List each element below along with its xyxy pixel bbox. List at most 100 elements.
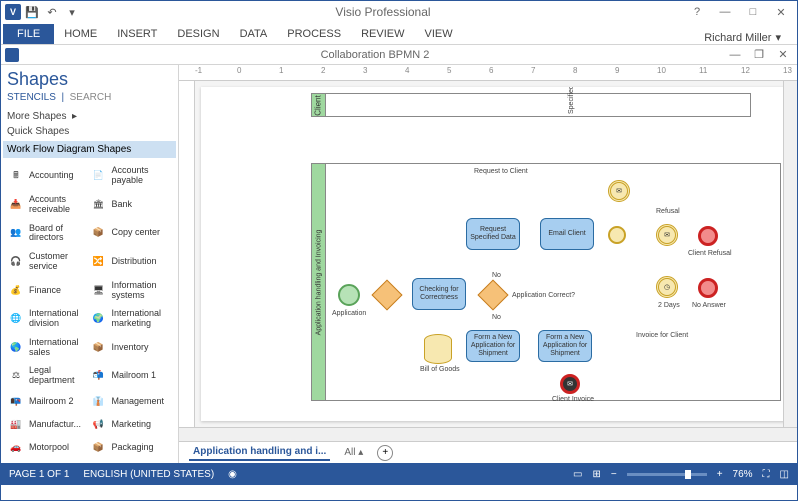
ribbon-tabs: FILE HOME INSERT DESIGN DATA PROCESS REV…	[1, 23, 797, 45]
shape-item[interactable]: 📦Copy center	[90, 219, 173, 248]
page-tab-active[interactable]: Application handling and i...	[189, 444, 330, 461]
pool-client[interactable]: Client	[311, 93, 751, 117]
gateway-event-based[interactable]	[608, 226, 626, 244]
shape-item[interactable]: 👔 Management	[90, 391, 173, 414]
shape-item[interactable]: 🌐International division	[7, 305, 90, 334]
status-page[interactable]: PAGE 1 OF 1	[9, 469, 69, 480]
fit-window-icon[interactable]: ⊞	[592, 469, 600, 480]
label-invoice-client: Invoice for Client	[636, 332, 688, 339]
shapes-category[interactable]: Work Flow Diagram Shapes	[3, 141, 176, 158]
tab-process[interactable]: PROCESS	[277, 24, 351, 44]
minimize-button[interactable]: —	[713, 3, 737, 21]
shape-icon: 💰	[7, 284, 25, 298]
task-form-2[interactable]: Form a New Application for Shipment	[538, 330, 592, 362]
shape-icon: 📦	[90, 441, 108, 455]
switch-windows-icon[interactable]: ◫	[780, 469, 789, 480]
task-request[interactable]: Request Specified Data	[466, 218, 520, 250]
qat-dropdown[interactable]: ▾	[63, 3, 81, 21]
shape-item[interactable]: 📬Mailroom 1	[90, 362, 173, 391]
shape-label: Accounting	[29, 171, 74, 181]
status-language[interactable]: ENGLISH (UNITED STATES)	[83, 469, 214, 480]
shape-label: Manufactur...	[29, 420, 81, 430]
more-shapes[interactable]: More Shapes ▸	[7, 109, 172, 124]
drawing-page[interactable]: Client Application handling and Invoicin…	[201, 87, 791, 421]
macro-record-icon[interactable]: ◉	[228, 469, 237, 480]
shapes-panel: Shapes STENCILS | SEARCH More Shapes ▸ Q…	[1, 65, 179, 463]
shape-icon: 🖥	[90, 284, 108, 298]
shape-item[interactable]: 📢Marketing	[90, 413, 173, 436]
doc-icon[interactable]	[5, 48, 19, 62]
search-tab[interactable]: SEARCH	[70, 92, 112, 103]
task-checking[interactable]: Checking for Correctness	[412, 278, 466, 310]
ruler-tick: 2	[321, 66, 325, 75]
doc-close-button[interactable]: ✕	[773, 47, 793, 63]
save-button[interactable]: 💾	[23, 3, 41, 21]
task-form-1[interactable]: Form a New Application for Shipment	[466, 330, 520, 362]
shape-item[interactable]: 🎧Customer service	[7, 248, 90, 277]
shape-item[interactable]: 📥Accounts receivable	[7, 191, 90, 220]
event-message-refusal[interactable]: ✉	[656, 224, 678, 246]
shape-label: Marketing	[112, 420, 152, 430]
user-name[interactable]: Richard Miller ▾	[704, 31, 781, 44]
file-tab[interactable]: FILE	[3, 24, 54, 44]
shape-item[interactable]: 🖩Accounting	[7, 162, 90, 191]
shape-item[interactable]: 📦Inventory	[90, 333, 173, 362]
shape-item[interactable]: 👥Board of directors	[7, 219, 90, 248]
tab-design[interactable]: DESIGN	[167, 24, 229, 44]
presentation-icon[interactable]: ▭	[573, 469, 582, 480]
zoom-in-button[interactable]: +	[717, 469, 723, 480]
shape-item[interactable]: 📦Packaging	[90, 436, 173, 459]
tab-review[interactable]: REVIEW	[351, 24, 414, 44]
zoom-out-button[interactable]: −	[611, 469, 617, 480]
datastore-bill[interactable]	[424, 334, 452, 364]
page-tab-all[interactable]: All ▴	[338, 445, 369, 460]
shape-item[interactable]: 📭Mailroom 2	[7, 391, 90, 414]
scrollbar-vertical[interactable]	[783, 81, 797, 427]
shape-icon: 👔	[90, 395, 108, 409]
shape-item[interactable]: 🖥Information systems	[90, 276, 173, 305]
help-button[interactable]: ?	[685, 3, 709, 21]
maximize-button[interactable]: □	[741, 3, 765, 21]
shape-item[interactable]: 🌍International marketing	[90, 305, 173, 334]
close-button[interactable]: ✕	[769, 3, 793, 21]
start-event[interactable]	[338, 284, 360, 306]
document-titlebar: Collaboration BPMN 2 — ❐ ✕	[1, 45, 797, 65]
end-event-noanswer[interactable]	[698, 278, 718, 298]
tab-data[interactable]: DATA	[230, 24, 278, 44]
quick-shapes[interactable]: Quick Shapes	[7, 124, 172, 139]
doc-restore-button[interactable]: ❐	[749, 47, 769, 63]
shape-item[interactable]: 🏭Manufactur...	[7, 413, 90, 436]
app-icon[interactable]: V	[5, 4, 21, 20]
scrollbar-horizontal[interactable]	[179, 427, 797, 441]
tab-home[interactable]: HOME	[54, 24, 107, 44]
end-event-refusal[interactable]	[698, 226, 718, 246]
shape-item[interactable]: 🌎International sales	[7, 333, 90, 362]
undo-button[interactable]: ↶	[43, 3, 61, 21]
label-specified: Specified Application	[568, 87, 575, 114]
event-message-specified[interactable]: ✉	[608, 180, 630, 202]
shape-item[interactable]: 🚗Motorpool	[7, 436, 90, 459]
shape-label: Management	[112, 397, 165, 407]
event-timer[interactable]: ◷	[656, 276, 678, 298]
stencils-tab[interactable]: STENCILS	[7, 92, 56, 103]
gateway-2[interactable]	[477, 279, 508, 310]
shape-item[interactable]: ⚖Legal department	[7, 362, 90, 391]
doc-minimize-button[interactable]: —	[725, 47, 745, 63]
pool-application[interactable]: Application handling and Invoicing Appli…	[311, 163, 781, 401]
fit-page-icon[interactable]: ⛶	[763, 469, 770, 480]
tab-view[interactable]: VIEW	[414, 24, 462, 44]
shape-item[interactable]: 📄Accounts payable	[90, 162, 173, 191]
zoom-level[interactable]: 76%	[733, 469, 753, 480]
ruler-tick: -1	[195, 66, 202, 75]
tab-insert[interactable]: INSERT	[107, 24, 167, 44]
shape-item[interactable]: 🔀Distribution	[90, 248, 173, 277]
gateway-1[interactable]	[371, 279, 402, 310]
shape-item[interactable]: 💰Finance	[7, 276, 90, 305]
task-email[interactable]: Email Client	[540, 218, 594, 250]
shape-item[interactable]: 🏛Bank	[90, 191, 173, 220]
shape-label: International division	[29, 309, 90, 329]
page-tab-add[interactable]: +	[377, 445, 393, 461]
shape-icon: 🚗	[7, 441, 25, 455]
zoom-slider[interactable]	[627, 473, 707, 476]
end-event-invoice[interactable]: ✉	[560, 374, 580, 394]
